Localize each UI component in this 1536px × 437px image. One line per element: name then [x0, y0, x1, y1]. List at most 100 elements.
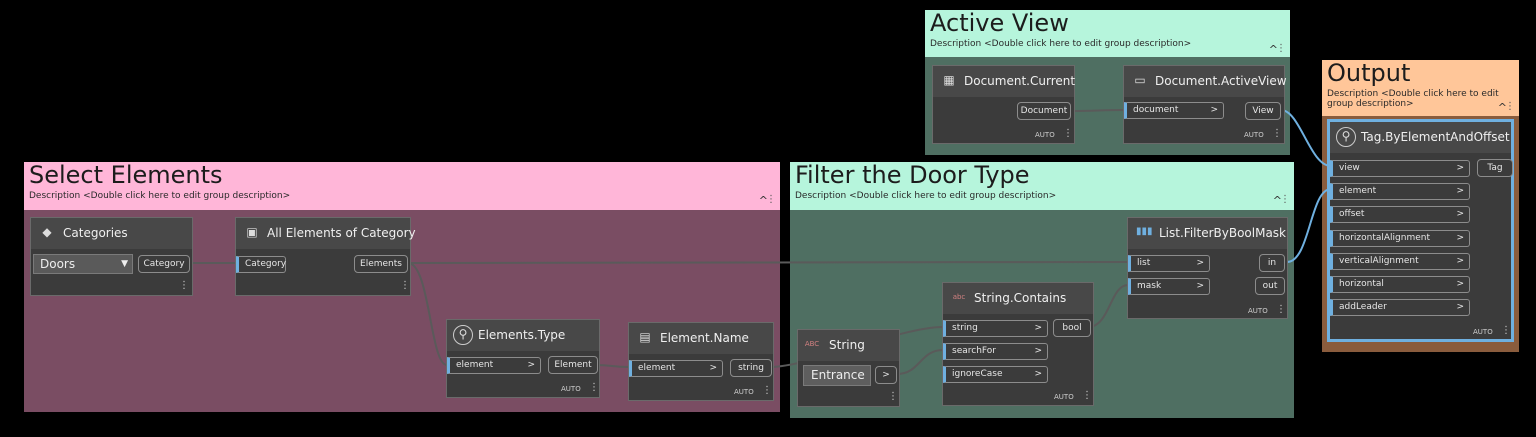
port-label: verticalAlignment: [1339, 256, 1419, 266]
node-header[interactable]: ◆ Categories: [31, 218, 192, 249]
node-menu-icon[interactable]: ⋮: [400, 280, 410, 291]
chevron-right-icon: >: [1456, 279, 1464, 289]
output-port-category[interactable]: Category: [138, 255, 190, 273]
input-port-string[interactable]: string >: [943, 320, 1048, 337]
chevron-right-icon: >: [1034, 369, 1042, 379]
port-label: horizontal: [1339, 279, 1384, 289]
lacing-auto-label[interactable]: AUTO: [1248, 307, 1268, 315]
categories-icon: ◆: [42, 225, 52, 239]
port-label: searchFor: [952, 346, 996, 356]
port-label: offset: [1339, 209, 1365, 219]
string-method-icon: abc: [952, 293, 966, 301]
input-port-mask[interactable]: mask >: [1128, 278, 1210, 295]
node-title: Document.Current: [964, 74, 1076, 88]
list-icon: ▮▮▮: [1136, 226, 1153, 237]
node-list-filterbyboolmask[interactable]: ▮▮▮ List.FilterByBoolMask list > mask > …: [1127, 217, 1288, 319]
chevron-right-icon: >: [1196, 281, 1204, 291]
input-port-horizontalalignment[interactable]: horizontalAlignment >: [1330, 230, 1470, 247]
node-header[interactable]: abc String.Contains: [943, 283, 1093, 314]
input-port-offset[interactable]: offset >: [1330, 206, 1470, 223]
node-document-current[interactable]: ▦ Document.Current Document AUTO ⋮: [932, 65, 1075, 144]
chevron-right-icon: >: [1034, 346, 1042, 356]
node-menu-icon[interactable]: ⋮: [179, 280, 189, 291]
input-port-ignorecase[interactable]: ignoreCase >: [943, 366, 1048, 383]
chevron-right-icon: >: [527, 360, 535, 370]
node-header[interactable]: ▦ Document.Current: [933, 66, 1076, 97]
node-tag-byelementandoffset[interactable]: ⚲ Tag.ByElementAndOffset view > element …: [1327, 119, 1514, 342]
output-port-tag[interactable]: Tag: [1477, 159, 1513, 177]
input-port-view[interactable]: view >: [1330, 160, 1470, 177]
node-element-name[interactable]: ▤ Element.Name element > string AUTO ⋮: [628, 322, 774, 401]
node-menu-icon[interactable]: ⋮: [1063, 128, 1073, 139]
output-port-elements[interactable]: Elements: [354, 255, 408, 273]
input-port-element[interactable]: element >: [447, 357, 541, 374]
node-menu-icon[interactable]: ⋮: [888, 391, 898, 402]
output-port-in[interactable]: in: [1259, 254, 1285, 272]
string-value-input[interactable]: Entrance: [803, 365, 871, 386]
method-icon: ⚲: [1336, 127, 1356, 147]
wire-elements-list: [407, 261, 1131, 264]
node-title: List.FilterByBoolMask: [1159, 226, 1287, 240]
node-menu-icon[interactable]: ⋮: [1501, 325, 1511, 336]
category-dropdown[interactable]: Doors ▼: [33, 254, 133, 274]
input-port-document[interactable]: document >: [1124, 102, 1224, 119]
output-port-bool[interactable]: bool: [1053, 319, 1091, 337]
node-menu-icon[interactable]: ⋮: [1276, 304, 1286, 315]
node-header[interactable]: ▣ All Elements of Category: [236, 218, 416, 249]
input-port-element[interactable]: element >: [629, 360, 723, 377]
port-label: ignoreCase: [952, 369, 1003, 379]
output-port-view[interactable]: View: [1245, 102, 1281, 120]
chevron-right-icon: >: [1456, 256, 1464, 266]
node-elements-type[interactable]: ⚲ Elements.Type element > Element AUTO ⋮: [446, 319, 600, 398]
chevron-right-icon: >: [1196, 258, 1204, 268]
port-label: view: [1339, 163, 1360, 173]
node-title: Elements.Type: [478, 328, 566, 342]
node-header[interactable]: ▭ Document.ActiveView: [1124, 66, 1287, 97]
wire-document: [1069, 109, 1125, 112]
node-header[interactable]: ▮▮▮ List.FilterByBoolMask: [1128, 218, 1287, 249]
chevron-right-icon: >: [1210, 105, 1218, 115]
node-menu-icon[interactable]: ⋮: [762, 385, 772, 396]
node-header[interactable]: ⚲ Elements.Type: [447, 320, 599, 351]
view-icon: ▭: [1134, 73, 1146, 87]
lacing-auto-label[interactable]: AUTO: [1244, 131, 1264, 139]
string-icon: ABC: [804, 340, 820, 348]
node-all-elements-of-category[interactable]: ▣ All Elements of Category Category Elem…: [235, 217, 416, 296]
output-port-element[interactable]: Element: [548, 356, 598, 374]
input-port-element[interactable]: element >: [1330, 183, 1470, 200]
node-title: Element.Name: [660, 331, 749, 345]
node-menu-icon[interactable]: ⋮: [1082, 390, 1092, 401]
chevron-right-icon: >: [1456, 233, 1464, 243]
node-title: String: [829, 338, 865, 352]
node-menu-icon[interactable]: ⋮: [1272, 128, 1282, 139]
node-categories[interactable]: ◆ Categories Doors ▼ Category ⋮: [30, 217, 193, 296]
input-port-list[interactable]: list >: [1128, 255, 1210, 272]
lacing-auto-label[interactable]: AUTO: [1054, 393, 1074, 401]
node-string-contains[interactable]: abc String.Contains string > searchFor >…: [942, 282, 1094, 406]
output-port-string[interactable]: >: [875, 366, 897, 384]
node-string[interactable]: ABC String Entrance > ⋮: [797, 329, 900, 407]
lacing-auto-label[interactable]: AUTO: [1473, 328, 1493, 336]
port-label: string: [952, 323, 978, 333]
output-port-string[interactable]: string: [730, 359, 772, 377]
method-icon: ⚲: [453, 325, 473, 345]
node-menu-icon[interactable]: ⋮: [589, 382, 599, 393]
lacing-auto-label[interactable]: AUTO: [561, 385, 581, 393]
node-header[interactable]: ABC String: [798, 330, 899, 361]
input-port-category[interactable]: Category: [236, 256, 286, 273]
input-port-horizontal[interactable]: horizontal >: [1330, 276, 1470, 293]
input-port-verticalalignment[interactable]: verticalAlignment >: [1330, 253, 1470, 270]
input-port-addleader[interactable]: addLeader >: [1330, 299, 1470, 316]
node-header[interactable]: ⚲ Tag.ByElementAndOffset: [1330, 122, 1511, 153]
port-label: mask: [1137, 281, 1162, 291]
wire-view-selected: [1280, 109, 1332, 167]
input-port-searchfor[interactable]: searchFor >: [943, 343, 1048, 360]
port-label: list: [1137, 258, 1151, 268]
node-document-activeview[interactable]: ▭ Document.ActiveView document > View AU…: [1123, 65, 1287, 144]
output-port-document[interactable]: Document: [1017, 102, 1071, 120]
port-label: horizontalAlignment: [1339, 233, 1431, 243]
node-header[interactable]: ▤ Element.Name: [629, 323, 773, 354]
lacing-auto-label[interactable]: AUTO: [1035, 131, 1055, 139]
output-port-out[interactable]: out: [1255, 277, 1285, 295]
lacing-auto-label[interactable]: AUTO: [734, 388, 754, 396]
